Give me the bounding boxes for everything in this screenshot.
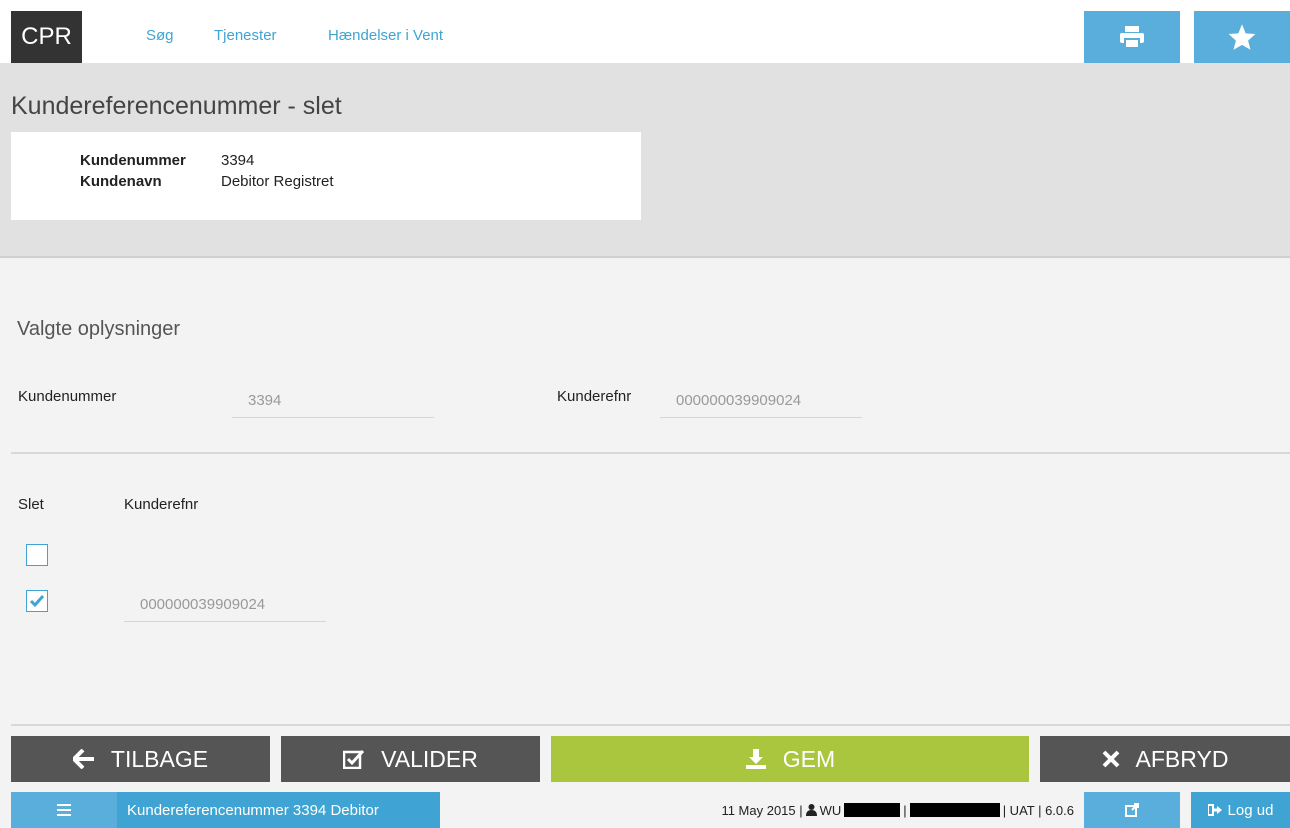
validate-button[interactable]: VALIDER	[281, 736, 540, 782]
cancel-button-label: AFBRYD	[1135, 745, 1229, 772]
customer-ref-row-2-field[interactable]	[124, 588, 326, 622]
user-icon	[805, 804, 817, 816]
column-header-customer-ref: Kunderefnr	[124, 496, 199, 513]
customer-ref-field[interactable]	[660, 384, 862, 418]
info-label-customer-name: Kundenavn	[80, 173, 162, 190]
arrow-left-icon	[72, 749, 95, 769]
check-square-icon	[343, 749, 365, 769]
info-value-customer-number: 3394	[221, 152, 255, 169]
print-icon	[1120, 26, 1144, 49]
external-link-button[interactable]	[1084, 792, 1180, 828]
save-button-label: GEM	[782, 745, 836, 772]
footer-env-version: | UAT | 6.0.6	[1002, 802, 1074, 818]
cancel-button[interactable]: AFBRYD	[1040, 736, 1290, 782]
sign-out-icon	[1207, 804, 1222, 816]
field-label-customer-number: Kundenummer	[18, 388, 117, 405]
delete-checkbox-row-2[interactable]	[26, 590, 48, 612]
customer-info-card: Kundenummer 3394 Kundenavn Debitor Regis…	[11, 132, 641, 220]
favorite-button[interactable]	[1194, 11, 1290, 63]
validate-button-label: VALIDER	[381, 745, 478, 772]
page-title: Kundereferencenummer - slet	[11, 92, 342, 120]
external-link-icon	[1125, 803, 1139, 817]
section-divider	[11, 452, 1290, 454]
redacted-block	[909, 803, 1000, 817]
close-icon	[1102, 750, 1120, 768]
back-button[interactable]: TILBAGE	[11, 736, 270, 782]
logout-button[interactable]: Log ud	[1191, 792, 1290, 828]
status-footer: Kundereferencenummer 3394 Debitor 11 May…	[0, 792, 1290, 828]
section-title-selected: Valgte oplysninger	[17, 318, 181, 340]
top-navbar: CPR Søg Tjenester Hændelser i Vent	[0, 0, 1290, 63]
footer-date: 11 May 2015 |	[721, 802, 803, 818]
nav-link-search[interactable]: Søg	[146, 27, 174, 44]
download-icon	[745, 749, 767, 769]
app-logo[interactable]: CPR	[11, 11, 82, 63]
delete-checkbox-row-1[interactable]	[26, 544, 48, 566]
footer-context-title: Kundereferencenummer 3394 Debitor	[117, 792, 440, 828]
column-header-delete: Slet	[18, 496, 44, 513]
star-icon	[1228, 24, 1256, 50]
checkmark-icon	[29, 595, 45, 608]
info-value-customer-name: Debitor Registret	[221, 173, 334, 190]
footer-divider	[11, 724, 1290, 726]
action-bar: TILBAGE VALIDER GEM AFBRYD	[0, 736, 1290, 782]
footer-status: 11 May 2015 | WU | | UAT | 6.0.6	[721, 802, 1074, 818]
info-label-customer-number: Kundenummer	[80, 152, 186, 169]
print-button[interactable]	[1084, 11, 1180, 63]
logout-label: Log ud	[1227, 801, 1274, 819]
field-label-customer-ref: Kunderefnr	[557, 388, 632, 405]
hamburger-icon	[57, 804, 71, 816]
nav-link-services[interactable]: Tjenester	[214, 27, 277, 44]
menu-button[interactable]	[11, 792, 117, 828]
footer-user: WU	[819, 802, 842, 818]
customer-number-field[interactable]	[232, 384, 434, 418]
back-button-label: TILBAGE	[110, 745, 209, 772]
save-button[interactable]: GEM	[551, 736, 1029, 782]
redacted-block	[844, 803, 901, 817]
nav-link-pending-events[interactable]: Hændelser i Vent	[328, 27, 443, 44]
